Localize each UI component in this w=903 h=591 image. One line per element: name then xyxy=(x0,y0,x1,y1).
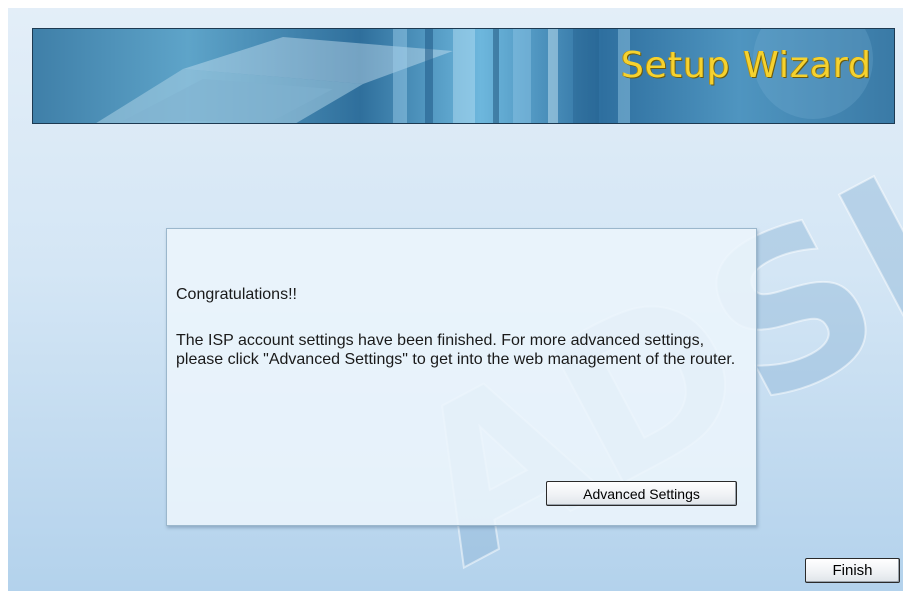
advanced-settings-button[interactable]: Advanced Settings xyxy=(546,481,737,506)
wizard-page: ADSL Setup Wizard Congratulations!! The … xyxy=(8,8,903,591)
completion-panel: Congratulations!! The ISP account settin… xyxy=(166,228,757,526)
finish-button[interactable]: Finish xyxy=(805,558,900,583)
congratulations-text: Congratulations!! xyxy=(176,286,297,303)
setup-wizard-banner: Setup Wizard xyxy=(32,28,895,124)
banner-title: Setup Wizard xyxy=(620,45,872,86)
completion-message: The ISP account settings have been finis… xyxy=(176,332,736,368)
